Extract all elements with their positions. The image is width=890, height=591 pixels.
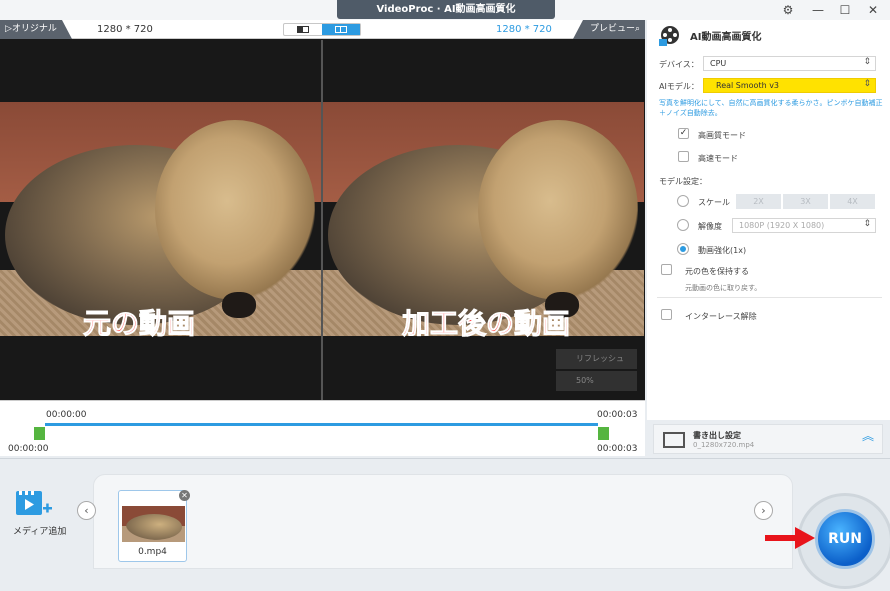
export-title: 書き出し設定 [693,431,741,440]
dog-nose [222,292,256,318]
model-description: 写真を鮮明化にして、自然に高画質化する柔らかさ。ピンボケ自動補正＋ノイズ自動除去… [659,99,883,117]
split-view-button[interactable] [322,24,360,35]
monitor-gear-icon [663,432,685,448]
dog-head [478,120,638,300]
single-view-icon [297,26,309,33]
maximize-button[interactable]: ☐ [833,1,857,19]
scale-3x-button[interactable]: 3X [783,194,828,209]
original-resolution: 1280 * 720 [97,24,153,35]
split-view-icon [335,26,347,33]
trim-end-time: 00:00:03 [597,444,638,454]
single-view-button[interactable] [284,24,322,35]
trim-start-handle[interactable] [34,427,45,440]
model-label: AIモデル： [659,82,699,91]
processed-overlay-label: 加工後の動画 [401,307,571,341]
view-mode-toggle[interactable] [283,23,361,36]
enhance-label: 動画強化(1x) [698,246,747,255]
chevron-up-icon[interactable]: ︽ [862,430,874,442]
deinterlace-label: インターレース解除 [685,312,757,321]
trim-end-handle[interactable] [598,427,609,440]
tab-original[interactable]: ▷オリジナル [0,20,72,39]
timeline: 00:00:00 00:00:03 00:00:00 00:00:03 [0,400,645,456]
original-video [0,40,321,400]
select-arrows-icon: ⇕ [863,57,871,67]
high-quality-checkbox[interactable]: ✓ [678,128,689,139]
thumbnail-image [122,506,185,542]
close-button[interactable]: ✕ [861,1,885,19]
select-arrows-icon: ⇕ [863,219,871,229]
high-quality-label: 高画質モード [698,131,746,140]
export-settings-bar[interactable]: 書き出し設定 0_1280x720.mp4 ︽ [653,424,883,454]
enhance-radio[interactable] [677,243,689,255]
timeline-start-time: 00:00:00 [46,410,87,420]
timeline-end-time: 00:00:03 [597,410,638,420]
window-title: VideoProc · AI動画高画質化 [337,0,555,19]
keep-color-note: 元動画の色に取り戻す。 [685,284,762,292]
preview-resolution: 1280 * 720 [496,24,552,35]
title-bar: VideoProc · AI動画高画質化 ⚙ — ☐ ✕ [0,0,890,20]
device-select[interactable]: CPU ⇕ [703,56,876,71]
scale-label: スケール [698,198,730,207]
select-arrows-icon: ⇕ [863,79,871,89]
resolution-label: 解像度 [698,222,722,231]
minimize-button[interactable]: — [806,1,830,19]
zoom-button[interactable]: 50% [556,371,637,391]
original-overlay-label: 元の動画 [82,307,196,341]
timeline-track[interactable] [45,423,598,426]
media-add-label[interactable]: メディア追加 [13,524,66,537]
tab-preview[interactable]: プレビュー⌕ [573,20,645,39]
keep-color-label: 元の色を保持する [685,267,749,276]
refresh-button[interactable]: リフレッシュ [556,349,637,369]
film-reel-icon [659,26,679,46]
media-filename: 0.mp4 [138,547,167,557]
resolution-select[interactable]: 1080P (1920 X 1080) ⇕ [732,218,876,233]
model-select[interactable]: Real Smooth v3 ⇕ [703,78,876,93]
device-label: デバイス： [659,60,699,69]
remove-media-icon[interactable]: ✕ [179,490,190,501]
trim-start-time: 00:00:00 [8,444,49,454]
dog-head [155,120,315,300]
scale-4x-button[interactable]: 4X [830,194,875,209]
media-add-icon[interactable] [15,488,53,520]
settings-icon[interactable]: ⚙ [776,1,800,19]
model-value: Real Smooth v3 [716,81,780,90]
panel-title: AI動画高画質化 [690,32,762,43]
resolution-value: 1080P (1920 X 1080) [739,221,825,230]
run-button[interactable]: RUN [815,509,875,569]
keep-color-checkbox[interactable] [661,264,672,275]
scroll-left-button[interactable]: ‹ [77,501,96,520]
model-settings-label: モデル設定： [659,177,707,186]
preview-header: ▷オリジナル 1280 * 720 1280 * 720 プレビュー⌕ [0,20,645,39]
export-filename: 0_1280x720.mp4 [693,441,755,449]
device-value: CPU [710,59,727,68]
settings-panel: AI動画高画質化 デバイス： CPU ⇕ AIモデル： Real Smooth … [647,20,890,420]
deinterlace-checkbox[interactable] [661,309,672,320]
panel-divider [657,297,882,298]
red-arrow-icon [765,527,815,549]
high-speed-label: 高速モード [698,154,738,163]
processed-video [323,40,644,400]
zoom-value: 50% [576,376,594,385]
scale-2x-button[interactable]: 2X [736,194,781,209]
scroll-right-button[interactable]: › [754,501,773,520]
resolution-radio[interactable] [677,219,689,231]
high-speed-checkbox[interactable] [678,151,689,162]
scale-radio[interactable] [677,195,689,207]
media-strip [93,474,793,569]
